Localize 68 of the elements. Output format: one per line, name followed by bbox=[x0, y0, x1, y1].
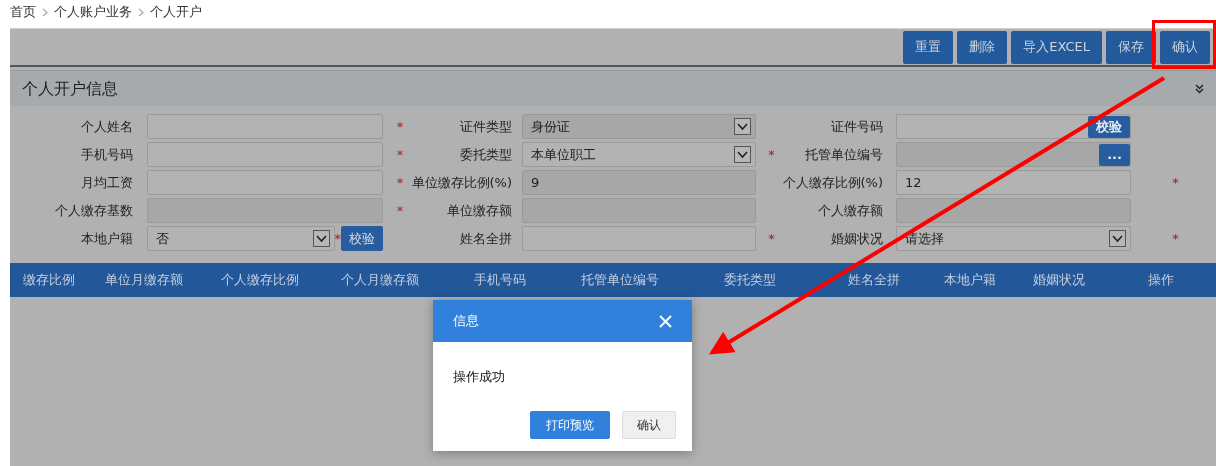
required-asterisk: * bbox=[396, 120, 404, 133]
column-header: 婚姻状况 bbox=[1032, 271, 1085, 290]
highlight-frame bbox=[1152, 20, 1216, 69]
field-label: 证件类型 bbox=[460, 117, 512, 136]
column-header: 姓名全拼 bbox=[847, 271, 900, 290]
field-value: 12 bbox=[905, 173, 922, 192]
required-asterisk: * bbox=[768, 232, 775, 245]
required-asterisk: * bbox=[396, 148, 404, 161]
verify-button[interactable]: 校验 bbox=[341, 226, 383, 251]
dialog-title: 信息 bbox=[453, 312, 479, 331]
required-asterisk: * bbox=[768, 148, 775, 161]
breadcrumb-link[interactable]: 个人开户 bbox=[150, 2, 202, 22]
field-label: 证件号码 bbox=[831, 117, 883, 136]
section-title: 个人开户信息 bbox=[22, 77, 118, 100]
field-label: 个人缴存比例(%) bbox=[782, 173, 883, 192]
dialog-button[interactable]: 确认 bbox=[622, 411, 676, 439]
field-label: 托管单位编号 bbox=[805, 145, 883, 164]
toolbar-button[interactable]: 确认 bbox=[1160, 30, 1210, 64]
dialog-button[interactable]: 打印预览 bbox=[530, 411, 610, 439]
select-field[interactable]: 本单位职工 bbox=[522, 142, 756, 167]
input-field[interactable]: 校验 bbox=[896, 114, 1131, 139]
toolbar-button[interactable]: 删除 bbox=[957, 30, 1008, 64]
column-header: 个人缴存比例 bbox=[221, 271, 299, 290]
required-asterisk: * bbox=[396, 176, 404, 189]
field-label: 手机号码 bbox=[81, 145, 133, 164]
double-chevron-down-icon[interactable] bbox=[1195, 83, 1204, 94]
field-label: 婚姻状况 bbox=[831, 229, 883, 248]
chevron-right-icon bbox=[138, 7, 144, 17]
input-field[interactable]: 12 bbox=[896, 170, 1131, 195]
toolbar-button[interactable]: 保存 bbox=[1106, 30, 1156, 64]
field-label: 单位缴存比例(%) bbox=[411, 173, 512, 192]
field-label: 单位缴存额 bbox=[447, 201, 512, 220]
column-header: 个人月缴存额 bbox=[341, 271, 419, 290]
column-header: 手机号码 bbox=[474, 271, 526, 290]
column-header: 托管单位编号 bbox=[581, 271, 659, 290]
field-label: 个人缴存额 bbox=[818, 201, 883, 220]
field-label: 本地户籍 bbox=[81, 229, 133, 248]
field-value: 本单位职工 bbox=[531, 145, 596, 164]
field-label: 姓名全拼 bbox=[460, 229, 512, 248]
field-label: 个人姓名 bbox=[81, 117, 133, 136]
chevron-right-icon bbox=[42, 7, 48, 17]
field-value: 9 bbox=[531, 173, 540, 192]
breadcrumb-link[interactable]: 首页 bbox=[10, 2, 36, 22]
column-header: 单位月缴存额 bbox=[104, 271, 183, 290]
required-asterisk: * bbox=[334, 232, 341, 245]
column-header: 委托类型 bbox=[724, 271, 776, 290]
breadcrumb-link[interactable]: 个人账户业务 bbox=[54, 2, 132, 22]
field-label: 委托类型 bbox=[460, 145, 512, 164]
input-field[interactable] bbox=[147, 170, 383, 195]
required-asterisk: * bbox=[1172, 232, 1179, 245]
toolbar-button[interactable]: 重置 bbox=[903, 30, 954, 64]
field-label: 月均工资 bbox=[81, 173, 133, 192]
dialog-message: 操作成功 bbox=[453, 369, 505, 384]
column-header: 本地户籍 bbox=[943, 271, 996, 290]
select-field[interactable]: 否 bbox=[147, 226, 335, 251]
field-value: 否 bbox=[156, 229, 169, 248]
required-asterisk: * bbox=[1172, 176, 1179, 189]
column-header: 缴存比例 bbox=[22, 271, 75, 290]
verify-button[interactable]: 校验 bbox=[1088, 116, 1130, 138]
input-field[interactable] bbox=[522, 226, 756, 251]
field-value: 身份证 bbox=[531, 117, 570, 136]
close-icon[interactable] bbox=[659, 314, 672, 328]
toolbar-button[interactable]: 导入EXCEL bbox=[1011, 30, 1102, 64]
column-header: 操作 bbox=[1147, 271, 1174, 290]
field-label: 个人缴存基数 bbox=[55, 201, 133, 220]
input-field[interactable] bbox=[147, 142, 383, 167]
input-field[interactable] bbox=[147, 114, 383, 139]
required-asterisk: * bbox=[396, 204, 404, 217]
